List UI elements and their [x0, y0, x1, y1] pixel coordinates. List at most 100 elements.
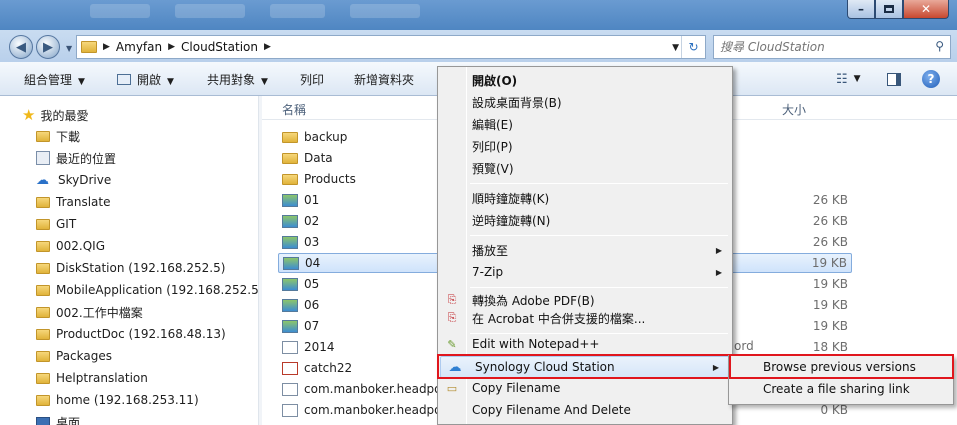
breadcrumb-amyfan[interactable]: Amyfan [116, 40, 162, 54]
back-arrow-icon: ◀ [16, 39, 26, 55]
menu-item-open[interactable]: 開啟(O) [438, 69, 732, 91]
file-name: 02 [304, 214, 320, 228]
maximize-button[interactable] [875, 0, 903, 19]
recent-pages-dropdown-icon[interactable]: ▼ [66, 44, 72, 53]
folder-icon [282, 131, 298, 143]
nav-item-work-files[interactable]: 002.工作中檔案 [36, 302, 143, 322]
close-icon: ✕ [920, 2, 932, 16]
breadcrumb-separator-icon[interactable]: ▶ [103, 42, 110, 52]
search-box[interactable]: ⚲ [713, 35, 951, 59]
nav-item-label: 桌面 [56, 415, 81, 425]
menu-item-7zip[interactable]: 7-Zip ▶ [438, 261, 732, 283]
menu-item-rotate-counterclockwise[interactable]: 逆時鐘旋轉(N) [438, 209, 732, 231]
nav-item-desktop[interactable]: 桌面 [36, 412, 80, 425]
address-bar[interactable]: ▶ Amyfan ▶ CloudStation ▶ ▼ ↻ [76, 35, 706, 59]
nav-item-translate[interactable]: Translate [36, 192, 111, 212]
menu-item-copy-filename-and-delete[interactable]: Copy Filename And Delete [438, 399, 732, 421]
share-button[interactable]: 共用對象 ▼ [207, 71, 268, 88]
nav-item-label: 002.工作中檔案 [56, 305, 143, 320]
nav-item-mobileapplication[interactable]: MobileApplication (192.168.252.5 [36, 280, 259, 300]
recent-places-icon [36, 151, 50, 165]
nav-item-downloads[interactable]: 下載 [36, 126, 80, 146]
file-name: 03 [304, 235, 320, 249]
image-file-icon [282, 277, 298, 291]
menu-item-label: 播放至 [472, 243, 509, 258]
chevron-down-icon: ▼ [167, 77, 174, 87]
nav-item-label: Helptranslation [56, 371, 148, 385]
submenu-arrow-icon: ▶ [715, 267, 722, 277]
search-input[interactable] [720, 40, 920, 54]
view-options-button[interactable]: ☷ ▼ [836, 69, 861, 89]
image-file-icon [282, 298, 298, 312]
refresh-button[interactable]: ↻ [681, 36, 705, 58]
nav-item-recent[interactable]: 最近的位置 [36, 148, 116, 168]
menu-item-edit[interactable]: 編輯(E) [438, 113, 732, 135]
title-bar: – ✕ [0, 0, 957, 30]
chevron-down-icon: ▼ [78, 77, 85, 87]
menu-item-copy-filename[interactable]: ▭ Copy Filename [438, 377, 732, 399]
file-name: 06 [304, 298, 320, 312]
nav-item-productdoc[interactable]: ProductDoc (192.168.48.13) [36, 324, 226, 344]
breadcrumb-separator-icon[interactable]: ▶ [168, 42, 175, 52]
favorites-header[interactable]: ★ 我的最愛 [22, 106, 88, 124]
breadcrumb-separator-icon[interactable]: ▶ [264, 42, 271, 52]
nav-item-git[interactable]: GIT [36, 214, 76, 234]
nav-item-skydrive[interactable]: ☁ SkyDrive [36, 170, 111, 190]
file-name: 04 [305, 256, 321, 270]
address-row: ◀ ▶ ▼ ▶ Amyfan ▶ CloudStation ▶ ▼ ↻ ⚲ [0, 30, 957, 62]
file-name: 01 [304, 193, 320, 207]
view-list-icon: ☷ [836, 71, 848, 87]
new-folder-label: 新增資料夾 [354, 73, 415, 87]
image-file-icon [282, 214, 298, 228]
nav-item-diskstation[interactable]: DiskStation (192.168.252.5) [36, 258, 225, 278]
file-size: 26 KB [812, 193, 848, 207]
open-button[interactable]: 開啟 ▼ [117, 71, 174, 88]
file-name: Products [304, 172, 356, 186]
file-name: com.manboker.headpo [304, 382, 442, 396]
nav-item-label: Packages [56, 349, 112, 363]
menu-item-notepadpp[interactable]: ✎ Edit with Notepad++ [438, 333, 732, 355]
menu-item-rotate-clockwise[interactable]: 順時鐘旋轉(K) [438, 187, 732, 209]
star-icon: ★ [22, 106, 36, 124]
nav-item-label: Translate [56, 195, 111, 209]
menu-item-print[interactable]: 列印(P) [438, 135, 732, 157]
search-icon[interactable]: ⚲ [935, 39, 944, 53]
menu-item-set-desktop-background[interactable]: 設成桌面背景(B) [438, 91, 732, 113]
file-size: 26 KB [812, 235, 848, 249]
organize-button[interactable]: 組合管理 ▼ [24, 71, 85, 88]
copy-filename-icon: ▭ [446, 381, 458, 395]
breadcrumb-cloudstation[interactable]: CloudStation [181, 40, 258, 54]
folder-icon [36, 372, 50, 384]
address-dropdown-icon[interactable]: ▼ [672, 43, 679, 53]
minimize-button[interactable]: – [847, 0, 875, 19]
nav-item-002qig[interactable]: 002.QIG [36, 236, 105, 256]
folder-icon [36, 306, 50, 318]
menu-item-label: 預覽(V) [472, 161, 514, 176]
nav-item-helptranslation[interactable]: Helptranslation [36, 368, 148, 388]
close-button[interactable]: ✕ [903, 0, 949, 19]
minimize-icon: – [858, 2, 864, 16]
menu-item-label: 逆時鐘旋轉(N) [472, 213, 551, 228]
help-button[interactable]: ? [922, 69, 940, 89]
nav-item-packages[interactable]: Packages [36, 346, 112, 366]
word-document-icon [282, 340, 298, 354]
preview-pane-button[interactable] [887, 69, 901, 89]
column-size-header[interactable]: 大小 [782, 101, 806, 118]
back-button[interactable]: ◀ [9, 35, 33, 59]
print-button[interactable]: 列印 [300, 71, 324, 88]
highlight-frame [437, 354, 730, 379]
menu-item-play-to[interactable]: 播放至 ▶ [438, 239, 732, 261]
file-type-text: ord [734, 339, 754, 353]
new-folder-button[interactable]: 新增資料夾 [354, 71, 414, 88]
menu-item-preview[interactable]: 預覽(V) [438, 157, 732, 179]
forward-button[interactable]: ▶ [36, 35, 60, 59]
menu-item-create-sharing-link[interactable]: Create a file sharing link [763, 382, 910, 396]
favorites-label: 我的最愛 [40, 108, 89, 123]
menu-separator [470, 183, 728, 184]
nav-item-home[interactable]: home (192.168.253.11) [36, 390, 199, 410]
nav-item-label: 下載 [56, 129, 81, 144]
file-name: backup [304, 130, 348, 144]
menu-item-acrobat-combine[interactable]: ⎘ 在 Acrobat 中合併支援的檔案... [438, 307, 732, 329]
column-name-header[interactable]: 名稱 [282, 101, 306, 118]
file-size: 19 KB [812, 277, 848, 291]
